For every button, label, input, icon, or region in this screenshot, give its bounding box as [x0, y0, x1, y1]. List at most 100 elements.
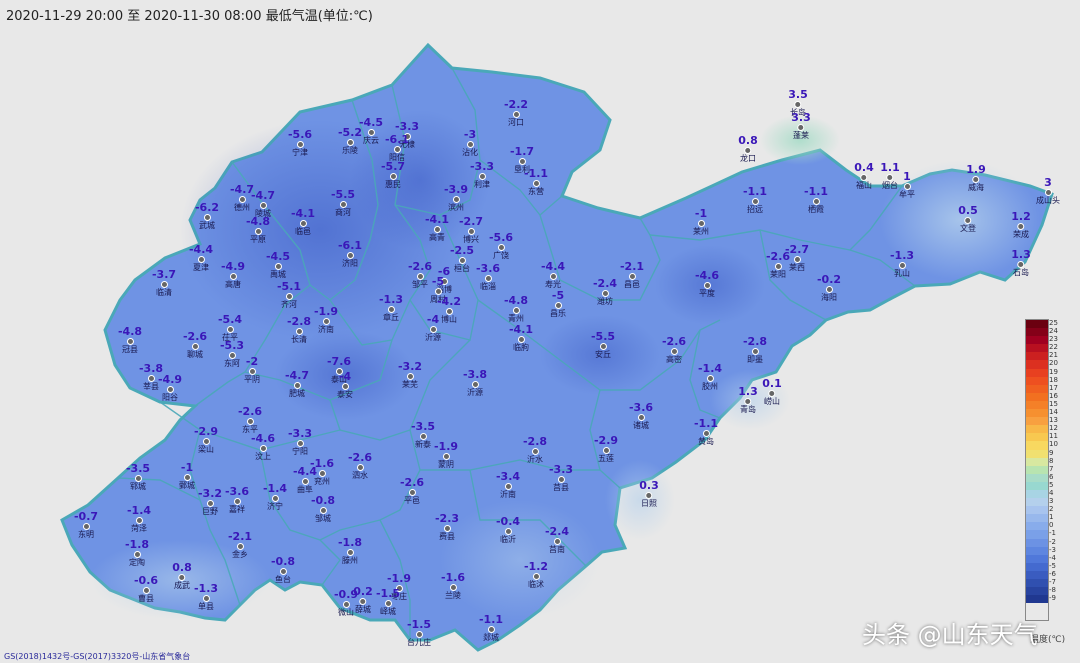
- station-temperature: -0.8: [270, 555, 296, 568]
- weather-station: -1.4 胶州: [698, 363, 722, 391]
- station-name: 武城: [199, 221, 215, 230]
- station-name: 石岛: [1013, 268, 1029, 277]
- weather-station: -2.4 潍坊: [593, 278, 617, 306]
- weather-station: -3.9 滨州: [444, 184, 468, 212]
- station-name: 菏泽: [131, 524, 147, 533]
- station-name: 东明: [78, 530, 94, 539]
- station-marker-icon: [406, 373, 414, 380]
- legend-label: 7: [1049, 464, 1054, 473]
- station-marker-icon: [202, 438, 210, 445]
- legend-label: 10: [1049, 440, 1058, 449]
- station-temperature: -1.9: [433, 440, 459, 453]
- station-temperature: -2.8: [742, 335, 768, 348]
- weather-station: -2.8 沂水: [523, 436, 547, 464]
- legend-label: 4: [1049, 488, 1054, 497]
- legend-swatch: [1026, 433, 1048, 442]
- station-temperature: -2.9: [593, 434, 619, 447]
- station-temperature: -1.7: [509, 145, 535, 158]
- legend-swatch: [1026, 579, 1048, 588]
- station-temperature: -3.3: [469, 160, 495, 173]
- weather-station: -2.7 莱西: [785, 244, 809, 272]
- weather-station: -1.1 黄岛: [694, 418, 718, 446]
- station-marker-icon: [768, 390, 776, 397]
- legend-swatch: [1026, 506, 1048, 515]
- station-name: 肥城: [289, 389, 305, 398]
- station-temperature: -0.2: [816, 273, 842, 286]
- station-temperature: -4.7: [250, 189, 276, 202]
- station-name: 鄄城: [179, 481, 195, 490]
- station-marker-icon: [254, 228, 262, 235]
- weather-station: -1.6 兰陵: [441, 572, 465, 600]
- station-temperature: -1.1: [803, 185, 829, 198]
- weather-station: -4.5 庆云: [359, 117, 383, 145]
- legend-swatch: [1026, 489, 1048, 499]
- station-name: 莱阳: [770, 270, 786, 279]
- station-name: 济南: [318, 325, 334, 334]
- station-temperature: -1.4: [126, 504, 152, 517]
- station-name: 宁津: [292, 148, 308, 157]
- station-marker-icon: [972, 176, 980, 183]
- station-temperature: 1.3: [738, 385, 758, 398]
- weather-station: -4.7 肥城: [285, 370, 309, 398]
- station-name: 滕州: [342, 556, 358, 565]
- station-name: 平邑: [404, 496, 420, 505]
- weather-station: -4.8 青州: [504, 295, 528, 323]
- station-name: 安丘: [595, 350, 611, 359]
- station-temperature: 0.1: [762, 377, 782, 390]
- legend-label: -4: [1049, 553, 1056, 562]
- station-name: 乐陵: [342, 146, 358, 155]
- station-name: 梁山: [198, 445, 214, 454]
- station-temperature: -1.9: [313, 305, 339, 318]
- station-name: 汶上: [255, 452, 271, 461]
- station-temperature: -5: [431, 275, 445, 288]
- station-marker-icon: [637, 414, 645, 421]
- station-marker-icon: [319, 507, 327, 514]
- legend-label: 11: [1049, 432, 1058, 441]
- station-temperature: 0.3: [639, 479, 659, 492]
- weather-station: 0.8 龙口: [738, 135, 758, 163]
- station-marker-icon: [442, 453, 450, 460]
- station-marker-icon: [134, 475, 142, 482]
- station-temperature: -4.1: [290, 207, 316, 220]
- station-name: 台儿庄: [407, 638, 431, 647]
- legend-label: -6: [1049, 569, 1056, 578]
- station-temperature: -2.4: [592, 277, 618, 290]
- legend-swatch: [1026, 587, 1048, 596]
- station-temperature: -2.9: [193, 425, 219, 438]
- station-name: 禹城: [270, 270, 286, 279]
- station-temperature: -4.8: [503, 294, 529, 307]
- legend-label: 14: [1049, 408, 1058, 417]
- station-name: 平原: [250, 235, 266, 244]
- weather-station: -3.2 莱芜: [398, 361, 422, 389]
- legend-swatch: [1026, 384, 1048, 393]
- weather-station: 1.9 威海: [966, 164, 986, 192]
- station-name: 成武: [174, 581, 190, 590]
- weather-station: -5 昌乐: [550, 290, 566, 318]
- station-marker-icon: [531, 448, 539, 455]
- station-temperature: -3.3: [287, 427, 313, 440]
- weather-station: -1 鄄城: [179, 462, 195, 490]
- legend-label: 16: [1049, 391, 1058, 400]
- station-marker-icon: [484, 275, 492, 282]
- station-name: 高唐: [225, 280, 241, 289]
- station-marker-icon: [964, 217, 972, 224]
- weather-station: -4.1 高青: [425, 214, 449, 242]
- station-marker-icon: [553, 538, 561, 545]
- legend-swatch: [1026, 465, 1048, 474]
- station-name: 沂源: [425, 333, 441, 342]
- weather-station: -1.1 东营: [524, 168, 548, 196]
- station-temperature: -1.6: [440, 571, 466, 584]
- weather-station: -1.9 济南: [314, 306, 338, 334]
- station-marker-icon: [359, 598, 367, 605]
- weather-station: 1.1 烟台: [880, 162, 900, 190]
- station-marker-icon: [238, 196, 246, 203]
- station-name: 章丘: [383, 313, 399, 322]
- station-marker-icon: [512, 307, 520, 314]
- legend-swatch: [1026, 481, 1048, 490]
- station-temperature: -1.1: [693, 417, 719, 430]
- weather-station: -3.8 沂源: [463, 369, 487, 397]
- station-marker-icon: [898, 262, 906, 269]
- station-marker-icon: [602, 447, 610, 454]
- station-marker-icon: [160, 281, 168, 288]
- station-temperature: -1.5: [375, 587, 401, 600]
